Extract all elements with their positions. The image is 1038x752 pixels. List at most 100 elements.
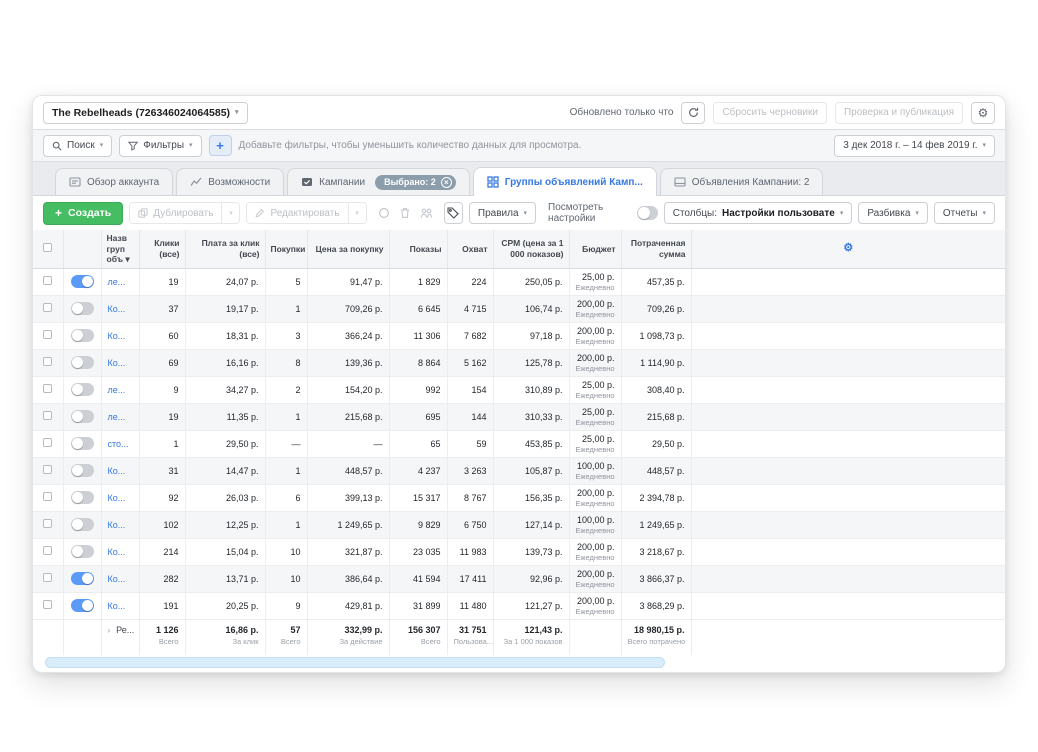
column-header-cpm[interactable]: CPM (цена за 1 000 показов) bbox=[493, 230, 570, 269]
review-publish-button[interactable]: Проверка и публикация bbox=[834, 101, 963, 124]
adset-name-link[interactable]: Ко... bbox=[108, 331, 126, 341]
adset-name-link[interactable]: Ко... bbox=[108, 547, 126, 557]
view-settings-toggle[interactable] bbox=[637, 206, 658, 220]
column-header-name[interactable]: Назв груп объ ▾ bbox=[101, 230, 140, 269]
table-row: Ко... 102 12,25 р. 1 1 249,65 р. 9 829 6 750 12… bbox=[33, 511, 1005, 539]
adset-status-toggle[interactable] bbox=[70, 545, 94, 559]
adset-name-link[interactable]: Ко... bbox=[108, 358, 126, 368]
settings-button[interactable]: ⚙ bbox=[971, 101, 995, 124]
customize-columns-gear-icon[interactable]: ⚙ bbox=[843, 242, 853, 254]
row-checkbox[interactable] bbox=[43, 492, 53, 502]
column-header-clicks[interactable]: Клики (все) bbox=[139, 230, 186, 269]
cost-per-purchase-cell: 366,24 р. bbox=[307, 322, 390, 350]
row-checkbox[interactable] bbox=[43, 276, 53, 286]
clicks-cell: 92 bbox=[139, 484, 186, 512]
adset-name-link[interactable]: Ко... bbox=[108, 466, 126, 476]
column-header-impressions[interactable]: Показы bbox=[389, 230, 448, 269]
rules-button[interactable]: Правила ▾ bbox=[468, 202, 537, 224]
row-checkbox[interactable] bbox=[43, 465, 53, 475]
tag-button[interactable] bbox=[443, 202, 463, 224]
adset-name-link[interactable]: Ко... bbox=[108, 520, 126, 530]
tab-ad-sets[interactable]: Группы объявлений Камп... bbox=[472, 167, 657, 196]
adset-name-link[interactable]: ле... bbox=[108, 412, 126, 422]
audience-icon[interactable] bbox=[420, 207, 433, 219]
row-checkbox[interactable] bbox=[43, 330, 53, 340]
clicks-cell: 31 bbox=[139, 457, 186, 485]
adset-name-link[interactable]: Ко... bbox=[108, 574, 126, 584]
totals-label[interactable]: › Ре... bbox=[101, 618, 140, 656]
create-button[interactable]: + Создать bbox=[43, 201, 124, 225]
horizontal-scrollbar-thumb[interactable] bbox=[45, 657, 665, 669]
search-button[interactable]: Поиск ▾ bbox=[43, 134, 113, 157]
adset-status-toggle[interactable] bbox=[70, 437, 94, 451]
selected-count-badge[interactable]: Выбрано: 2 × bbox=[375, 174, 456, 190]
edit-dropdown[interactable]: ▾ bbox=[348, 202, 367, 224]
adset-name-link[interactable]: Ко... bbox=[108, 601, 126, 611]
reach-cell: 11 983 bbox=[447, 538, 494, 566]
adset-status-toggle[interactable] bbox=[70, 275, 94, 289]
adset-status-toggle[interactable] bbox=[70, 410, 94, 424]
row-checkbox[interactable] bbox=[43, 600, 53, 610]
duplicate-dropdown[interactable]: ▾ bbox=[222, 202, 241, 224]
adset-status-toggle[interactable] bbox=[70, 329, 94, 343]
tab-account-overview[interactable]: Обзор аккаунта bbox=[55, 168, 174, 195]
horizontal-scrollbar-track[interactable] bbox=[33, 655, 1005, 672]
column-header-spent[interactable]: Потраченная сумма bbox=[621, 230, 692, 269]
pin-circle-icon[interactable] bbox=[378, 207, 390, 219]
spent-cell: 3 218,67 р. bbox=[621, 538, 692, 566]
row-checkbox[interactable] bbox=[43, 519, 53, 529]
duplicate-button[interactable]: Дублировать bbox=[129, 202, 223, 224]
row-checkbox[interactable] bbox=[43, 303, 53, 313]
adset-name-link[interactable]: ле... bbox=[108, 385, 126, 395]
adset-status-toggle[interactable] bbox=[70, 464, 94, 478]
column-header-cpc[interactable]: Плата за клик (все) bbox=[185, 230, 266, 269]
tab-ads[interactable]: Объявления Кампании: 2 bbox=[659, 168, 824, 195]
adset-status-toggle[interactable] bbox=[70, 383, 94, 397]
column-header-reach[interactable]: Охват bbox=[447, 230, 494, 269]
view-settings-label: Посмотреть настройки bbox=[548, 202, 604, 224]
add-filter-button[interactable]: + bbox=[208, 135, 232, 156]
row-checkbox[interactable] bbox=[43, 546, 53, 556]
adset-status-toggle[interactable] bbox=[70, 356, 94, 370]
refresh-button[interactable] bbox=[681, 101, 706, 124]
impressions-cell: 41 594 bbox=[389, 565, 448, 593]
adset-name-link[interactable]: ле... bbox=[108, 277, 126, 287]
duplicate-split-button: Дублировать ▾ bbox=[129, 202, 241, 224]
row-checkbox[interactable] bbox=[43, 573, 53, 583]
tab-bar: Обзор аккаунта Возможности Кампании Выбр… bbox=[33, 162, 1005, 196]
adset-status-toggle[interactable] bbox=[70, 599, 94, 613]
expand-icon: › bbox=[107, 625, 111, 635]
table-row: ле... 9 34,27 р. 2 154,20 р. 992 154 310,89 р. 2… bbox=[33, 376, 1005, 404]
adset-status-toggle[interactable] bbox=[70, 491, 94, 505]
row-checkbox[interactable] bbox=[43, 411, 53, 421]
adset-status-toggle[interactable] bbox=[70, 572, 94, 586]
reach-cell: 11 480 bbox=[447, 592, 494, 620]
cpc-cell: 13,71 р. bbox=[185, 565, 266, 593]
account-selector[interactable]: The Rebelheads (726346024064585) ▾ bbox=[43, 101, 248, 124]
columns-button[interactable]: Столбцы: Настройки пользовате ▾ bbox=[663, 202, 853, 224]
edit-button[interactable]: Редактировать bbox=[246, 202, 349, 224]
reports-button[interactable]: Отчеты ▾ bbox=[933, 202, 995, 224]
cpm-cell: 310,33 р. bbox=[493, 403, 570, 431]
adset-name-link[interactable]: Ко... bbox=[108, 304, 126, 314]
row-checkbox[interactable] bbox=[43, 438, 53, 448]
column-header-purchases[interactable]: Покупки bbox=[265, 230, 308, 269]
breakdown-button[interactable]: Разбивка ▾ bbox=[858, 202, 928, 224]
discard-drafts-button[interactable]: Сбросить черновики bbox=[713, 101, 827, 124]
tab-campaigns[interactable]: Кампании Выбрано: 2 × bbox=[287, 168, 470, 195]
adset-status-toggle[interactable] bbox=[70, 518, 94, 532]
adset-name-link[interactable]: сто... bbox=[108, 439, 129, 449]
tab-opportunities[interactable]: Возможности bbox=[176, 168, 285, 195]
adset-name-link[interactable]: Ко... bbox=[108, 493, 126, 503]
adset-status-toggle[interactable] bbox=[70, 302, 94, 316]
trash-icon[interactable] bbox=[399, 207, 411, 219]
column-header-cost-per-purchase[interactable]: Цена за покупку bbox=[307, 230, 390, 269]
date-range-selector[interactable]: 3 дек 2018 г. – 14 фев 2019 г. ▾ bbox=[834, 134, 995, 157]
clear-selection-icon[interactable]: × bbox=[440, 176, 452, 188]
grid-icon bbox=[487, 176, 499, 188]
row-checkbox[interactable] bbox=[43, 357, 53, 367]
select-all-checkbox[interactable] bbox=[43, 243, 53, 253]
row-checkbox[interactable] bbox=[43, 384, 53, 394]
filters-button[interactable]: Фильтры ▾ bbox=[119, 134, 202, 157]
column-header-budget[interactable]: Бюджет bbox=[569, 230, 622, 269]
